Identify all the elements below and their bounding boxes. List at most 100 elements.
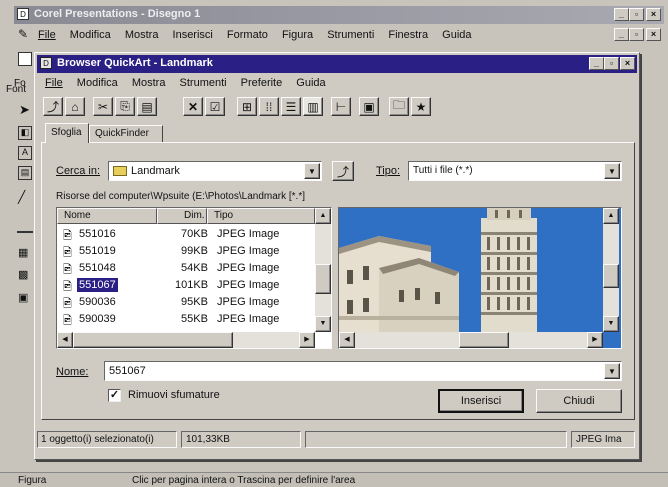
dialog-minimize-button[interactable]: _ xyxy=(589,57,604,70)
file-size: 54KB xyxy=(181,262,208,274)
type-combo[interactable]: Tutti i file (*.*) ▼ xyxy=(408,161,622,181)
delete-icon[interactable]: ✕ xyxy=(183,97,203,116)
insert-button[interactable]: Inserisci xyxy=(438,389,524,413)
preview-hscrollbar[interactable]: ◀ ▶ xyxy=(339,332,603,348)
outer-menu-finestra[interactable]: Finestra xyxy=(388,29,428,41)
line-tool-icon[interactable]: ╱ xyxy=(18,190,25,204)
dialog-menu-mostra[interactable]: Mostra xyxy=(132,77,166,89)
look-in-dropdown-button[interactable]: ▼ xyxy=(304,163,320,179)
quickart-browser-dialog: D Browser QuickArt - Landmark _ ▫ × File… xyxy=(34,52,640,460)
scroll-thumb[interactable] xyxy=(315,264,331,294)
tab-quickfinder[interactable]: QuickFinder xyxy=(89,125,163,143)
dialog-menu-modifica[interactable]: Modifica xyxy=(77,77,118,89)
file-row[interactable]: 🖻 551048 54KB JPEG Image xyxy=(57,260,315,277)
text-tool-icon[interactable]: A xyxy=(18,146,32,160)
dialog-close-button[interactable]: × xyxy=(620,57,635,70)
name-label: Nome: xyxy=(56,366,89,378)
shape-tool-icon[interactable]: ▤ xyxy=(18,166,32,180)
status-selected-count: 1 oggetto(i) selezionato(i) xyxy=(37,431,177,448)
properties-icon[interactable]: ☑ xyxy=(205,97,225,116)
doc-close-button[interactable]: × xyxy=(646,28,661,41)
large-icons-view-icon[interactable]: ⊞ xyxy=(237,97,257,116)
details-view-icon[interactable]: ▥ xyxy=(303,97,323,116)
outer-menu-file[interactable]: File xyxy=(38,29,56,41)
doc-minimize-button[interactable]: _ xyxy=(614,28,629,41)
select-tool-icon[interactable]: ➤ xyxy=(19,102,30,118)
file-name: 551067 xyxy=(77,278,118,292)
outer-new-icon[interactable] xyxy=(18,52,32,66)
file-list[interactable]: Nome Dim. Tipo 🖻 551016 70KB JPEG Image … xyxy=(56,207,332,349)
remove-shading-checkbox[interactable]: ✓ xyxy=(108,389,121,402)
outer-menu-modifica[interactable]: Modifica xyxy=(70,29,111,41)
column-header-nome[interactable]: Nome xyxy=(57,208,157,224)
outer-minimize-button[interactable]: _ xyxy=(614,8,629,21)
outer-maximize-button[interactable]: ▫ xyxy=(629,8,644,21)
copy-icon[interactable]: ⎘ xyxy=(115,97,135,116)
name-dropdown-button[interactable]: ▼ xyxy=(604,363,620,379)
type-label: Tipo: xyxy=(376,165,401,177)
name-combo[interactable]: 551067 ▼ xyxy=(104,361,622,381)
close-button[interactable]: Chiudi xyxy=(536,389,622,413)
preview-scroll-left-icon[interactable]: ◀ xyxy=(339,332,355,348)
outer-menu-mostra[interactable]: Mostra xyxy=(125,29,159,41)
preview-view-icon[interactable]: ▣ xyxy=(359,97,379,116)
favorites-folder-icon[interactable]: ★ xyxy=(411,97,431,116)
list-view-icon[interactable]: ☰ xyxy=(281,97,301,116)
file-list-header: Nome Dim. Tipo xyxy=(57,208,315,224)
name-value: 551067 xyxy=(109,365,146,377)
file-list-vscrollbar[interactable]: ▲ ▼ xyxy=(315,208,331,332)
hscroll-thumb[interactable] xyxy=(73,332,233,348)
jpeg-file-icon: 🖻 xyxy=(63,315,72,327)
file-row[interactable]: 🖻 590036 95KB JPEG Image xyxy=(57,294,315,311)
outer-menu-formato[interactable]: Formato xyxy=(227,29,268,41)
tab-sfoglia[interactable]: Sfoglia xyxy=(45,123,89,143)
outer-close-button[interactable]: × xyxy=(646,8,661,21)
dialog-maximize-button[interactable]: ▫ xyxy=(604,57,619,70)
dialog-menu-guida[interactable]: Guida xyxy=(296,77,325,89)
scroll-up-arrow-icon[interactable]: ▲ xyxy=(315,208,331,224)
status-middle-pane xyxy=(305,431,567,448)
color-tool-icon[interactable]: ▩ xyxy=(18,268,28,281)
open-folder-icon[interactable]: 🗀 xyxy=(389,97,409,116)
dialog-menu-file[interactable]: File xyxy=(45,77,63,89)
up-folder-icon[interactable]: ⤴ xyxy=(43,97,63,116)
file-row[interactable]: 🖻 590039 55KB JPEG Image xyxy=(57,311,315,328)
file-type: JPEG Image xyxy=(217,313,280,325)
preview-vscroll-thumb[interactable] xyxy=(603,264,619,288)
network-icon[interactable]: ⌂ xyxy=(65,97,85,116)
outer-menu-guida[interactable]: Guida xyxy=(442,29,471,41)
scroll-down-arrow-icon[interactable]: ▼ xyxy=(315,316,331,332)
outer-menu-figura[interactable]: Figura xyxy=(282,29,313,41)
file-name: 551048 xyxy=(79,262,116,274)
up-one-level-button[interactable]: ⤴ xyxy=(332,161,354,181)
outer-menu-strumenti[interactable]: Strumenti xyxy=(327,29,374,41)
dialog-menu-strumenti[interactable]: Strumenti xyxy=(180,77,227,89)
pattern-tool-icon[interactable]: ▣ xyxy=(18,291,28,304)
file-row-selected[interactable]: 🖻 551067 101KB JPEG Image xyxy=(57,277,315,294)
file-list-hscrollbar[interactable]: ◀ ▶ xyxy=(57,332,315,348)
file-row[interactable]: 🖻 551019 99KB JPEG Image xyxy=(57,243,315,260)
column-header-tipo[interactable]: Tipo xyxy=(207,208,315,224)
scroll-left-arrow-icon[interactable]: ◀ xyxy=(57,332,73,348)
look-in-combo[interactable]: Landmark ▼ xyxy=(108,161,322,181)
doc-maximize-button[interactable]: ▫ xyxy=(629,28,644,41)
outer-left-label-2: Font xyxy=(6,84,27,95)
tree-view-icon[interactable]: ⊢ xyxy=(331,97,351,116)
preview-scroll-right-icon[interactable]: ▶ xyxy=(587,332,603,348)
outer-menu-inserisci[interactable]: Inserisci xyxy=(173,29,213,41)
preview-hscroll-thumb[interactable] xyxy=(459,332,509,348)
chart-tool-icon[interactable]: ◧ xyxy=(18,126,32,140)
scroll-right-arrow-icon[interactable]: ▶ xyxy=(299,332,315,348)
file-row[interactable]: 🖻 551016 70KB JPEG Image xyxy=(57,226,315,243)
type-dropdown-button[interactable]: ▼ xyxy=(604,163,620,179)
dialog-menu-preferite[interactable]: Preferite xyxy=(241,77,283,89)
fill-tool-icon[interactable]: ▦ xyxy=(18,246,28,259)
preview-vscrollbar[interactable]: ▲ ▼ xyxy=(603,208,619,332)
small-icons-view-icon[interactable]: ⁞⁞ xyxy=(259,97,279,116)
preview-scroll-down-icon[interactable]: ▼ xyxy=(603,316,619,332)
preview-scroll-up-icon[interactable]: ▲ xyxy=(603,208,619,224)
cut-icon[interactable]: ✂ xyxy=(93,97,113,116)
column-header-dim[interactable]: Dim. xyxy=(157,208,207,224)
paste-icon[interactable]: ▤ xyxy=(137,97,157,116)
line-style-icon[interactable] xyxy=(17,231,33,233)
